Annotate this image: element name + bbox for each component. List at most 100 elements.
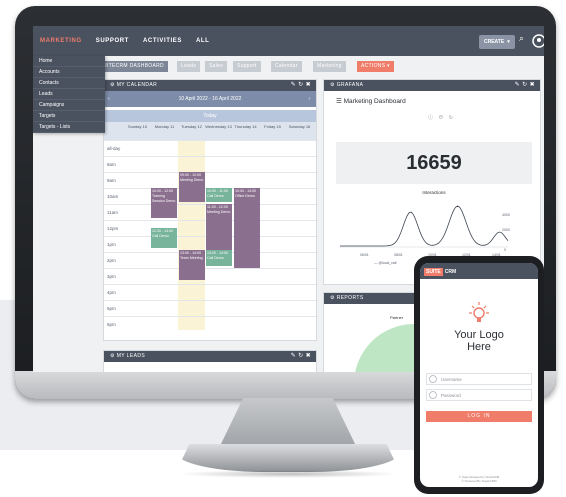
brand-name: CRM <box>444 269 457 275</box>
gear-icon[interactable]: ⚙ <box>330 82 335 88</box>
actions-dropdown[interactable]: ACTIONS ▾ <box>357 61 394 72</box>
panel-controls-icons[interactable]: ✎ ↻ ✖ <box>515 80 535 91</box>
grafana-title: GRAFANA <box>336 82 364 88</box>
calendar-event[interactable]: 13:00 - 14:00 Team Meeting <box>179 250 205 280</box>
calendar-event[interactable]: 13:00 - 14:00 Call Demo <box>206 250 232 266</box>
gear-icon[interactable]: ⚙ <box>110 353 115 359</box>
time-label: 11am <box>107 210 118 215</box>
time-label: 12pm <box>107 226 119 231</box>
chart-title: Interactions <box>422 190 446 195</box>
calendar-event[interactable]: 10:00 - 13:00 Office Demo <box>234 188 260 268</box>
day-header: Thursday 14 <box>234 124 257 129</box>
tab-calendar[interactable]: Calendar <box>271 61 302 72</box>
y-tick: 0 <box>504 248 506 252</box>
nav-marketing[interactable]: MARKETING <box>33 26 89 56</box>
password-field[interactable]: Password <box>426 389 532 401</box>
tab-support[interactable]: Support <box>233 61 261 72</box>
x-tick: 08/01 <box>394 253 403 257</box>
x-tick: 06/01 <box>360 253 369 257</box>
day-header: Friday 15 <box>264 124 281 129</box>
next-week-icon[interactable]: › <box>308 91 310 107</box>
menu-item-targets-lists[interactable]: Targets - Lists <box>33 122 105 133</box>
username-placeholder: Username <box>441 377 462 382</box>
reports-title: REPORTS <box>336 295 364 301</box>
lightbulb-icon <box>469 302 489 322</box>
y-tick: 2000 <box>502 228 510 232</box>
calendar-range-bar: ‹ 10 April 2022 - 16 April 2022 › <box>104 91 316 107</box>
nav-all[interactable]: ALL <box>189 26 216 56</box>
menu-item-contacts[interactable]: Contacts <box>33 78 105 89</box>
day-header: Sunday 10 <box>127 124 148 129</box>
tab-leads[interactable]: Leads <box>177 61 201 72</box>
nav-support[interactable]: SUPPORT <box>89 26 136 56</box>
today-button[interactable]: Today <box>104 110 316 122</box>
day-header: Monday 11 <box>154 124 175 129</box>
dashboard-title-text: Marketing Dashboard <box>343 98 406 105</box>
time-label: 6pm <box>107 322 116 327</box>
tab-marketing[interactable]: Marketing <box>313 61 346 72</box>
calendar-panel: ⚙ MY CALENDAR ✎ ↻ ✖ ‹ 10 April 2022 - 16… <box>103 79 317 341</box>
calendar-event[interactable]: 09:00 - 12:00 Meeting Demo <box>179 172 205 202</box>
calendar-day-header: Sunday 10 Monday 11 Tuesday 12 Wednesday… <box>104 122 316 140</box>
calendar-event[interactable]: 12:30 - 13:00 Call Demo <box>151 228 177 248</box>
dashboard-tab-row: UITECRM DASHBOARD Leads Sales Support Ca… <box>33 56 544 76</box>
top-navigation-bar: MARKETING SUPPORT ACTIVITIES ALL CREATE ▾… <box>33 26 544 56</box>
tab-sales[interactable]: Sales <box>205 61 228 72</box>
grafana-panel: ⚙ GRAFANA ✎ ↻ ✖ ☰ Marketing Dashboard ⓘ … <box>323 79 541 285</box>
calendar-event[interactable]: 10:00 - 12:00 Training Session Demo <box>151 188 177 218</box>
y-tick: 4000 <box>502 213 510 217</box>
smartphone-frame: SUITE CRM Your Logo Here Username Passwor… <box>414 256 544 494</box>
footer-line: © Powered By SugarCRM <box>461 479 497 483</box>
calendar-title: MY CALENDAR <box>116 82 158 88</box>
login-button[interactable]: LOG IN <box>426 411 532 422</box>
time-label: 2pm <box>107 258 116 263</box>
user-icon <box>429 375 437 383</box>
prev-week-icon[interactable]: ‹ <box>108 91 110 107</box>
calendar-event[interactable]: 11:00 - 12:00 Meeting Demo <box>206 204 232 250</box>
lock-icon <box>429 391 437 399</box>
time-label: 10am <box>107 194 119 199</box>
calendar-range: 10 April 2022 - 16 April 2022 <box>178 96 242 102</box>
time-label: 5pm <box>107 306 116 311</box>
menu-item-campaigns[interactable]: Campaigns <box>33 100 105 111</box>
panel-controls-icons[interactable]: ✎ ↻ ✖ <box>291 80 311 91</box>
phone-app-bar: SUITE CRM <box>420 263 538 279</box>
dashboard-title: ☰ Marketing Dashboard <box>336 97 406 105</box>
series-line <box>340 205 509 247</box>
leads-panel-header: ⚙ MY LEADS ✎ ↻ ✖ <box>104 351 316 362</box>
calendar-event[interactable]: 10:00 - 11:00 Call Demo <box>206 188 232 202</box>
day-header: Wednesday 13 <box>205 124 232 129</box>
grafana-toolbar[interactable]: ⓘ ⊖ ↻ <box>428 114 455 121</box>
user-avatar-icon[interactable] <box>531 33 544 49</box>
create-button[interactable]: CREATE ▾ <box>479 35 515 49</box>
panel-controls-icons[interactable]: ✎ ↻ ✖ <box>291 351 311 362</box>
stage: MARKETING SUPPORT ACTIVITIES ALL CREATE ▾… <box>0 0 566 497</box>
gear-icon[interactable]: ⚙ <box>330 295 335 301</box>
search-icon[interactable]: ⌕ <box>519 33 524 44</box>
nav-activities[interactable]: ACTIVITIES <box>136 26 189 56</box>
menu-item-leads[interactable]: Leads <box>33 89 105 100</box>
calendar-panel-header: ⚙ MY CALENDAR ✎ ↻ ✖ <box>104 80 316 91</box>
username-field[interactable]: Username <box>426 373 532 385</box>
big-stat-value: 16659 <box>336 142 532 184</box>
time-label: all-day <box>107 146 121 151</box>
time-label: 8am <box>107 162 116 167</box>
monitor-stand-base <box>176 444 400 472</box>
tab-suitecrm-dashboard[interactable]: UITECRM DASHBOARD <box>99 61 168 72</box>
brand-tag: SUITE <box>424 268 443 276</box>
phone-footer: © Supercharged by SuiteCRM © Powered By … <box>420 475 538 483</box>
menu-item-targets[interactable]: Targets <box>33 111 105 122</box>
gear-icon[interactable]: ⚙ <box>110 82 115 88</box>
time-label: 1pm <box>107 242 116 247</box>
menu-icon[interactable]: ☰ <box>336 98 344 105</box>
menu-item-accounts[interactable]: Accounts <box>33 67 105 78</box>
day-header: Saturday 16 <box>288 124 311 129</box>
password-placeholder: Password <box>441 393 461 398</box>
day-header: Tuesday 12 <box>181 124 202 129</box>
stand-shadow <box>176 470 400 478</box>
leads-panel: ⚙ MY LEADS ✎ ↻ ✖ <box>103 350 317 372</box>
phone-screen: SUITE CRM Your Logo Here Username Passwor… <box>420 263 538 487</box>
create-label: CREATE <box>484 39 505 45</box>
leads-title: MY LEADS <box>116 353 146 359</box>
menu-item-home[interactable]: Home <box>33 56 105 67</box>
